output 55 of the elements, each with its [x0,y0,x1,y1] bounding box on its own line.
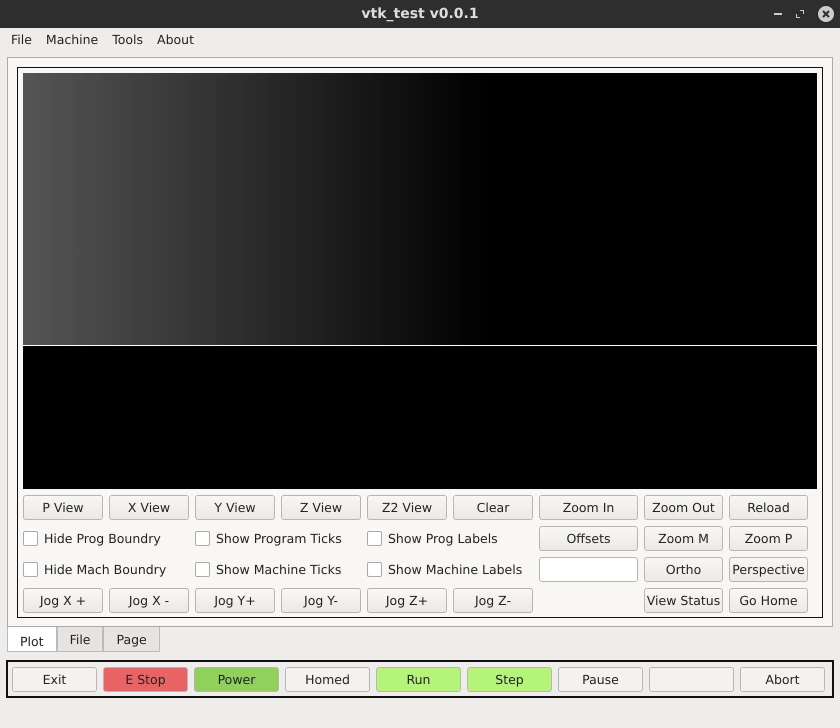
button[interactable]: View Status [644,588,723,613]
tab[interactable]: Plot [7,627,57,652]
button[interactable]: Jog Z- [453,588,533,613]
input-field[interactable] [539,557,638,582]
button[interactable]: Jog Z+ [367,588,447,613]
checkbox-label: Show Program Ticks [216,531,342,546]
button[interactable]: Abort [740,666,825,692]
button[interactable]: Jog X + [23,588,103,613]
checkbox-label: Show Machine Ticks [216,562,342,577]
button[interactable]: Go Home [729,588,808,613]
checkbox-label: Show Machine Labels [388,562,522,577]
button[interactable]: Exit [12,666,97,692]
button[interactable]: Zoom M [644,526,723,551]
menu-item[interactable]: Tools [105,32,150,46]
checkbox-label: Show Prog Labels [388,531,498,546]
button[interactable]: Z2 View [367,495,447,520]
button[interactable]: Step [467,666,552,692]
button[interactable]: Zoom P [729,526,808,551]
tab[interactable]: Page [103,627,160,652]
checkbox[interactable] [367,562,382,577]
button[interactable]: Jog Y- [281,588,361,613]
button[interactable]: Reload [729,495,808,520]
checkbox[interactable] [195,531,210,546]
button[interactable]: Ortho [644,557,723,582]
button[interactable]: Clear [453,495,533,520]
button[interactable]: Jog Y+ [195,588,275,613]
checkbox[interactable] [367,531,382,546]
button[interactable]: Z View [281,495,361,520]
button[interactable]: P View [23,495,103,520]
menu-item[interactable]: About [150,32,202,46]
checkbox-label: Hide Prog Boundry [44,531,161,546]
tab[interactable]: File [56,627,104,652]
menu-item[interactable]: File [4,32,39,46]
button[interactable]: Run [376,666,461,692]
button[interactable]: Homed [285,666,370,692]
window-title: vtk_test v0.0.1 [361,6,479,22]
render-viewport[interactable] [23,73,817,489]
button[interactable] [649,666,734,692]
button[interactable]: Power [194,666,279,692]
close-icon[interactable] [818,6,834,22]
button[interactable]: Pause [558,666,643,692]
checkbox[interactable] [195,562,210,577]
button[interactable]: Y View [195,495,275,520]
maximize-icon[interactable] [796,10,804,18]
button[interactable]: Perspective [729,557,808,582]
checkbox[interactable] [23,562,38,577]
checkbox-label: Hide Mach Boundry [44,562,166,577]
button[interactable]: X View [109,495,189,520]
button[interactable]: E Stop [103,666,188,692]
menu-item[interactable]: Machine [38,32,106,46]
button[interactable]: Zoom In [539,495,638,520]
button[interactable]: Zoom Out [644,495,723,520]
checkbox[interactable] [23,531,38,546]
button[interactable]: Jog X - [109,588,189,613]
button[interactable]: Offsets [539,526,638,551]
